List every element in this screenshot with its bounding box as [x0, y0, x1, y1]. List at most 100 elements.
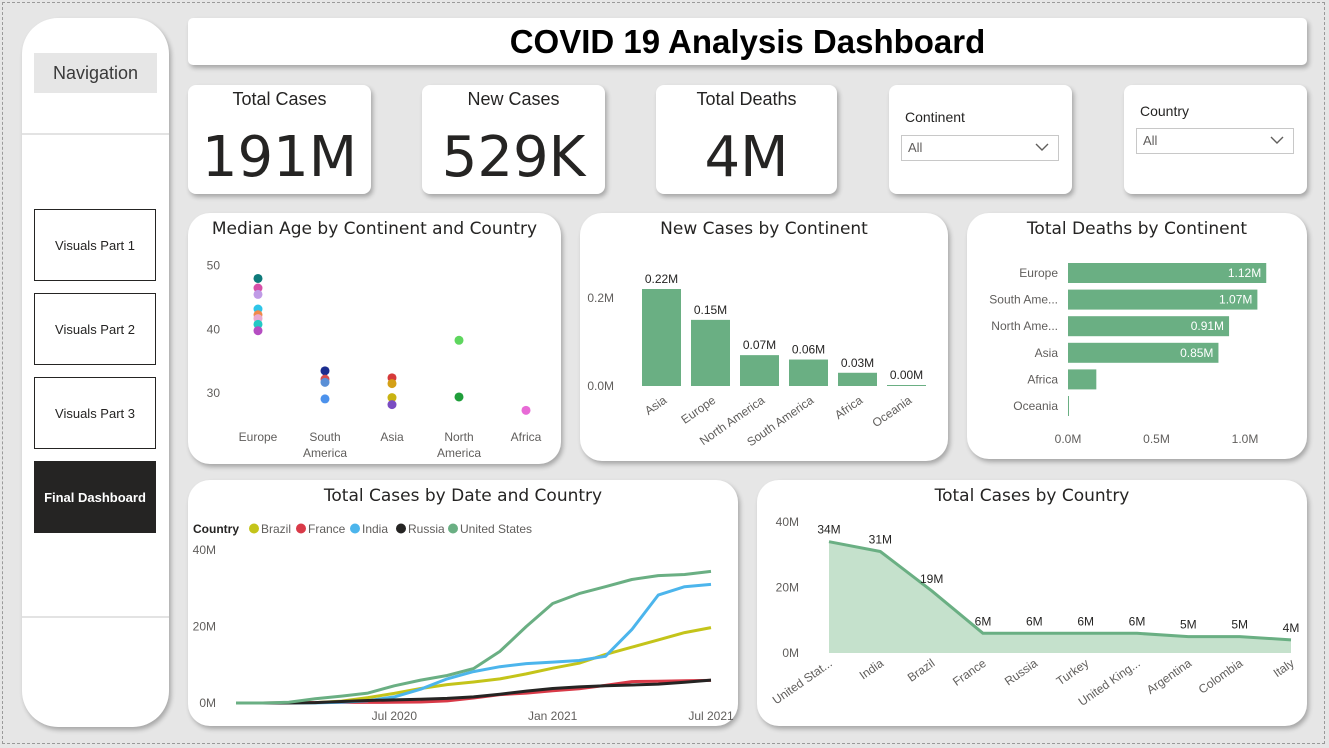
y-tick-label: Oceania — [1013, 399, 1058, 413]
scatter-point — [454, 392, 464, 402]
y-tick-label: 40 — [207, 322, 221, 336]
chart-card-total-cases-date: Total Cases by Date and Country Country B… — [188, 480, 738, 726]
x-tick-label: Europe — [239, 430, 278, 444]
scatter-point — [387, 379, 397, 389]
scatter-point — [320, 366, 330, 376]
legend-label: France — [308, 522, 346, 536]
chart-card-median-age: Median Age by Continent and Country 30 40… — [188, 213, 561, 464]
nav-button-final-dashboard[interactable]: Final Dashboard — [34, 461, 156, 533]
chart-card-total-deaths-continent: Total Deaths by Continent Europe 1.12M Sou… — [967, 213, 1307, 459]
data-label: 6M — [1129, 614, 1146, 628]
nav-button-visuals-part-1[interactable]: Visuals Part 1 — [34, 209, 156, 281]
x-tick-label: North — [444, 430, 473, 444]
chart-card-new-cases-continent: New Cases by Continent 0.0M 0.2M 0.22M Asia… — [580, 213, 948, 461]
y-tick-label: Europe — [1019, 266, 1058, 280]
y-tick-label: 0.0M — [587, 379, 614, 393]
legend-label: Brazil — [261, 522, 291, 536]
x-tick-label: Asia — [642, 393, 669, 418]
data-label: 1.12M — [1228, 266, 1261, 280]
data-label: 31M — [869, 532, 892, 546]
bar — [691, 319, 730, 386]
kpi-label: Total Cases — [232, 89, 327, 109]
legend-marker — [396, 523, 406, 534]
y-tick-label: 0M — [782, 646, 799, 660]
x-tick-label: America — [303, 446, 347, 460]
bar — [1068, 396, 1069, 416]
y-tick-label: Asia — [1035, 346, 1059, 360]
y-tick-label: 40M — [776, 515, 799, 529]
data-label: 1.07M — [1219, 293, 1252, 307]
x-tick-label: Argentina — [1144, 656, 1194, 697]
y-tick-label: 20M — [193, 620, 216, 634]
legend-marker — [350, 523, 360, 534]
y-tick-label: 0M — [199, 696, 216, 710]
bar — [887, 385, 926, 386]
y-tick-label: Africa — [1027, 372, 1058, 386]
scatter-point — [521, 405, 531, 415]
x-tick-label: Asia — [380, 430, 404, 444]
x-tick-label: 0.0M — [1055, 432, 1082, 446]
country-dropdown[interactable]: All — [1136, 128, 1294, 154]
bar — [642, 289, 681, 386]
data-label: 0.03M — [841, 356, 874, 370]
median-age-scatter-chart: 30 40 50 Europe South America Asia North America… — [207, 259, 542, 460]
x-tick-label: Oceania — [870, 393, 915, 430]
x-tick-label: Russia — [1002, 656, 1040, 689]
slicer-continent: Continent All — [889, 85, 1072, 194]
y-tick-label: 30 — [207, 386, 221, 400]
nav-button-visuals-part-3[interactable]: Visuals Part 3 — [34, 377, 156, 449]
kpi-card-total-cases: Total Cases 191M — [188, 85, 371, 194]
legend-label: Russia — [408, 522, 445, 536]
legend-title: Country — [193, 522, 239, 536]
bar — [740, 355, 779, 386]
dashboard-title: COVID 19 Analysis Dashboard — [509, 23, 986, 60]
x-tick-label: Jan 2021 — [528, 709, 578, 723]
nav-button-visuals-part-2[interactable]: Visuals Part 2 — [34, 293, 156, 365]
legend-marker — [296, 523, 306, 534]
scatter-point — [320, 377, 330, 387]
y-tick-label: 40M — [193, 543, 216, 557]
continent-dropdown[interactable]: All — [901, 135, 1059, 161]
scatter-point — [253, 289, 263, 299]
x-tick-label: Italy — [1271, 656, 1297, 680]
x-tick-label: France — [950, 656, 989, 689]
x-tick-label: United Stat... — [770, 656, 835, 707]
slicer-label: Continent — [905, 109, 965, 125]
y-tick-label: 20M — [776, 581, 799, 595]
chart-card-total-cases-country: Total Cases by Country 0M 20M 40M 34M United… — [757, 480, 1307, 726]
scatter-point — [320, 394, 330, 404]
x-tick-label: America — [437, 446, 481, 460]
x-tick-label: South — [309, 430, 340, 444]
slicer-country: Country All — [1124, 85, 1307, 194]
y-tick-label: South Ame... — [989, 293, 1058, 307]
bar — [789, 359, 828, 386]
dashboard-title-card: COVID 19 Analysis Dashboard — [188, 18, 1307, 65]
total-deaths-bar-chart: Europe 1.12M South Ame... 1.07M North Ame...… — [989, 263, 1267, 446]
legend-marker — [448, 523, 458, 534]
kpi-card-new-cases: New Cases 529K — [422, 85, 605, 194]
data-label: 0.85M — [1180, 346, 1213, 360]
data-label: 5M — [1231, 618, 1248, 632]
x-tick-label: India — [857, 656, 887, 683]
scatter-point — [387, 400, 397, 410]
data-label: 6M — [1077, 614, 1094, 628]
y-tick-label: 50 — [207, 259, 221, 273]
chevron-down-icon — [1034, 137, 1050, 165]
kpi-value: 4M — [704, 125, 789, 190]
x-tick-label: Jul 2020 — [372, 709, 418, 723]
x-tick-label: Brazil — [905, 656, 938, 685]
slicer-label: Country — [1140, 103, 1190, 119]
data-label: 5M — [1180, 618, 1197, 632]
navigation-title: Navigation — [34, 53, 157, 93]
kpi-value: 191M — [201, 125, 358, 190]
kpi-label: New Cases — [467, 89, 560, 109]
kpi-label: Total Deaths — [696, 89, 797, 109]
x-tick-label: 1.0M — [1232, 432, 1259, 446]
kpi-value: 529K — [441, 125, 586, 190]
x-tick-label: Africa — [511, 430, 542, 444]
chevron-down-icon — [1269, 130, 1285, 158]
legend-label: India — [362, 522, 388, 536]
navigation-panel: Navigation Visuals Part 1 Visuals Part 2… — [22, 18, 169, 727]
x-tick-label: Jul 2021 — [688, 709, 734, 723]
dropdown-value: All — [908, 140, 923, 155]
